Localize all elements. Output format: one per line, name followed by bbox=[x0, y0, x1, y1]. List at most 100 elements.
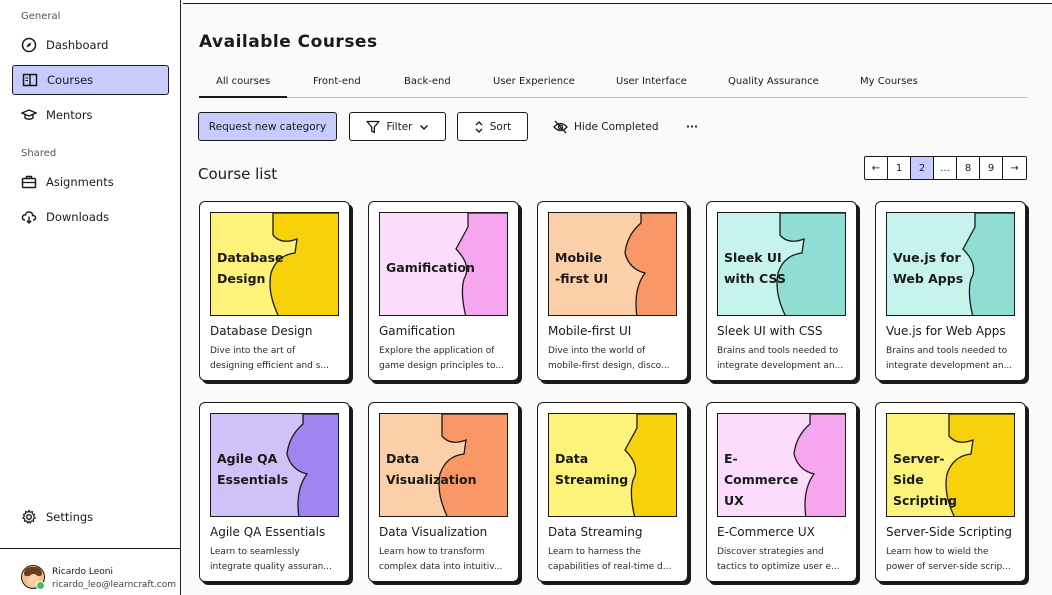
description-line: Dive into the art of bbox=[210, 346, 296, 356]
course-card[interactable]: Sleek UI with CSS Sleek UI with CSS Brains … bbox=[706, 201, 857, 381]
sidebar-item-label: Mentors bbox=[46, 108, 93, 122]
course-description: Learn how to transform complex data into … bbox=[379, 545, 509, 575]
description-line: capabilities of real-time d... bbox=[548, 562, 672, 572]
thumbnail-line: Visualization bbox=[386, 472, 477, 487]
course-card[interactable]: E-Commerce UX strategy E-Commerce UX Discov… bbox=[706, 402, 857, 582]
thumbnail-line: -first UI bbox=[555, 271, 609, 286]
more-icon: ··· bbox=[686, 120, 698, 133]
course-thumbnail-text: Data Streaming bbox=[555, 448, 635, 490]
course-card[interactable]: Data Visualization Data Visualization Learn… bbox=[368, 402, 519, 582]
course-title: Mobile-first UI bbox=[548, 324, 632, 338]
course-description: Dive into the art of designing efficient … bbox=[210, 344, 340, 374]
tab-back-end[interactable]: Back-end bbox=[404, 76, 451, 98]
pagination-ellipsis: ... bbox=[934, 157, 957, 179]
tab-all-courses[interactable]: All courses bbox=[199, 76, 288, 98]
page-button-8[interactable]: 8 bbox=[957, 157, 980, 179]
sidebar-item-downloads[interactable]: Downloads bbox=[12, 202, 169, 232]
description-line: Explore the application of bbox=[379, 346, 495, 356]
description-line: Brains and tools needed to bbox=[717, 346, 839, 356]
page-button-2[interactable]: 2 bbox=[911, 157, 934, 179]
course-thumbnail-text: Vue.js for Web Apps bbox=[893, 247, 973, 289]
sidebar-item-mentors[interactable]: Mentors bbox=[12, 100, 169, 130]
course-card[interactable]: Agile QA Essentials Agile QA Essentials Lea… bbox=[199, 402, 350, 582]
compass-icon bbox=[21, 37, 37, 53]
course-description: Learn to harness the capabilities of real… bbox=[548, 545, 678, 575]
thumbnail-line: Vue.js for bbox=[893, 250, 961, 265]
course-thumbnail-text: Agile QA Essentials bbox=[217, 448, 297, 490]
user-name: Ricardo Leoni bbox=[52, 567, 113, 577]
course-description: Learn to seamlessly integrate quality ass… bbox=[210, 545, 340, 575]
thumbnail-line: Gamification bbox=[386, 260, 475, 275]
gear-icon bbox=[21, 509, 37, 525]
tab-my-courses[interactable]: My Courses bbox=[860, 76, 918, 98]
hide-completed-label: Hide Completed bbox=[574, 120, 659, 133]
tab-front-end[interactable]: Front-end bbox=[313, 76, 361, 98]
sidebar-item-settings[interactable]: Settings bbox=[12, 502, 169, 532]
course-card[interactable]: Database Design Database Design Dive into t… bbox=[199, 201, 350, 381]
user-email: ricardo_leo@learncraft.com bbox=[52, 580, 177, 590]
thumbnail-line: Design bbox=[217, 271, 266, 286]
tab-user-interface[interactable]: User Interface bbox=[616, 76, 687, 98]
sidebar-item-dashboard[interactable]: Dashboard bbox=[12, 30, 169, 60]
description-line: designing efficient and s... bbox=[210, 361, 330, 371]
book-icon bbox=[22, 73, 38, 87]
course-description: Discover strategies and tactics to optimi… bbox=[717, 545, 847, 575]
sidebar-item-label: Settings bbox=[46, 510, 94, 524]
course-thumbnail-text: Sleek UI with CSS bbox=[724, 247, 804, 289]
graduation-cap-icon bbox=[21, 109, 37, 120]
tab-user-experience[interactable]: User Experience bbox=[493, 76, 575, 98]
course-title: Data Streaming bbox=[548, 525, 643, 539]
course-description: Brains and tools needed to integrate deve… bbox=[886, 344, 1016, 374]
sidebar-item-asignments[interactable]: Asignments bbox=[12, 167, 169, 197]
thumbnail-line: Data bbox=[555, 451, 589, 466]
description-line: integrate quality assuran... bbox=[210, 562, 332, 572]
pagination-prev-button[interactable]: ← bbox=[865, 157, 888, 179]
sort-label: Sort bbox=[489, 120, 512, 133]
course-description: Learn how to wield the power of server-si… bbox=[886, 545, 1016, 575]
user-profile[interactable]: Ricardo Leoni ricardo_leo@learncraft.com bbox=[0, 548, 180, 595]
tab-quality-assurance[interactable]: Quality Assurance bbox=[728, 76, 819, 98]
description-line: game design principles to... bbox=[379, 361, 504, 371]
course-thumbnail: Sleek UI with CSS bbox=[717, 212, 846, 316]
page-button-1[interactable]: 1 bbox=[888, 157, 911, 179]
description-line: Learn to seamlessly bbox=[210, 547, 300, 557]
course-card[interactable]: Mobile -first UI Mobile-first UI Dive into … bbox=[537, 201, 688, 381]
request-category-button[interactable]: Request new category bbox=[198, 112, 337, 141]
page-title: Available Courses bbox=[199, 32, 378, 52]
course-thumbnail: Data Streaming bbox=[548, 413, 677, 517]
course-description: Brains and tools needed to integrate deve… bbox=[717, 344, 847, 374]
top-bar bbox=[183, 0, 1052, 4]
sidebar-item-courses[interactable]: Courses bbox=[12, 65, 169, 95]
course-thumbnail: E-Commerce UX strategy bbox=[717, 413, 846, 517]
course-card[interactable]: Server-Side Scripting Server-Side Scriptin… bbox=[875, 402, 1026, 582]
category-tabs: All courses Front-end Back-end User Expe… bbox=[199, 72, 1028, 98]
course-thumbnail: Vue.js for Web Apps bbox=[886, 212, 1015, 316]
hide-completed-toggle[interactable]: Hide Completed bbox=[553, 112, 659, 141]
thumbnail-line: Web Apps bbox=[893, 271, 964, 286]
course-card[interactable]: Vue.js for Web Apps Vue.js for Web Apps Bra… bbox=[875, 201, 1026, 381]
more-options-button[interactable]: ··· bbox=[686, 112, 698, 141]
course-thumbnail-text: Data Visualization bbox=[386, 448, 477, 490]
request-category-label: Request new category bbox=[208, 120, 327, 133]
filter-button[interactable]: Filter bbox=[349, 112, 446, 141]
sidebar-item-label: Downloads bbox=[46, 210, 110, 224]
course-thumbnail: Data Visualization bbox=[379, 413, 508, 517]
course-card[interactable]: Data Streaming Data Streaming Learn to harn… bbox=[537, 402, 688, 582]
sort-button[interactable]: Sort bbox=[457, 112, 528, 141]
thumbnail-line: with CSS bbox=[724, 271, 786, 286]
description-line: integrate development an... bbox=[717, 361, 844, 371]
description-line: Brains and tools needed to bbox=[886, 346, 1008, 356]
course-title: Sleek UI with CSS bbox=[717, 324, 823, 338]
thumbnail-line: Server-Side bbox=[893, 451, 945, 487]
pagination-next-button[interactable]: → bbox=[1003, 157, 1026, 179]
course-thumbnail-text: E-Commerce UX strategy bbox=[724, 448, 804, 516]
description-line: Dive into the world of bbox=[548, 346, 646, 356]
description-line: complex data into intuitiv... bbox=[379, 562, 503, 572]
course-thumbnail: Mobile -first UI bbox=[548, 212, 677, 316]
thumbnail-line: UX strategy bbox=[724, 493, 784, 516]
eye-off-icon bbox=[553, 120, 568, 133]
page-button-9[interactable]: 9 bbox=[980, 157, 1003, 179]
course-card[interactable]: Gamification Gamification Explore the appl… bbox=[368, 201, 519, 381]
thumbnail-line: Essentials bbox=[217, 472, 289, 487]
thumbnail-line: Sleek UI bbox=[724, 250, 782, 265]
